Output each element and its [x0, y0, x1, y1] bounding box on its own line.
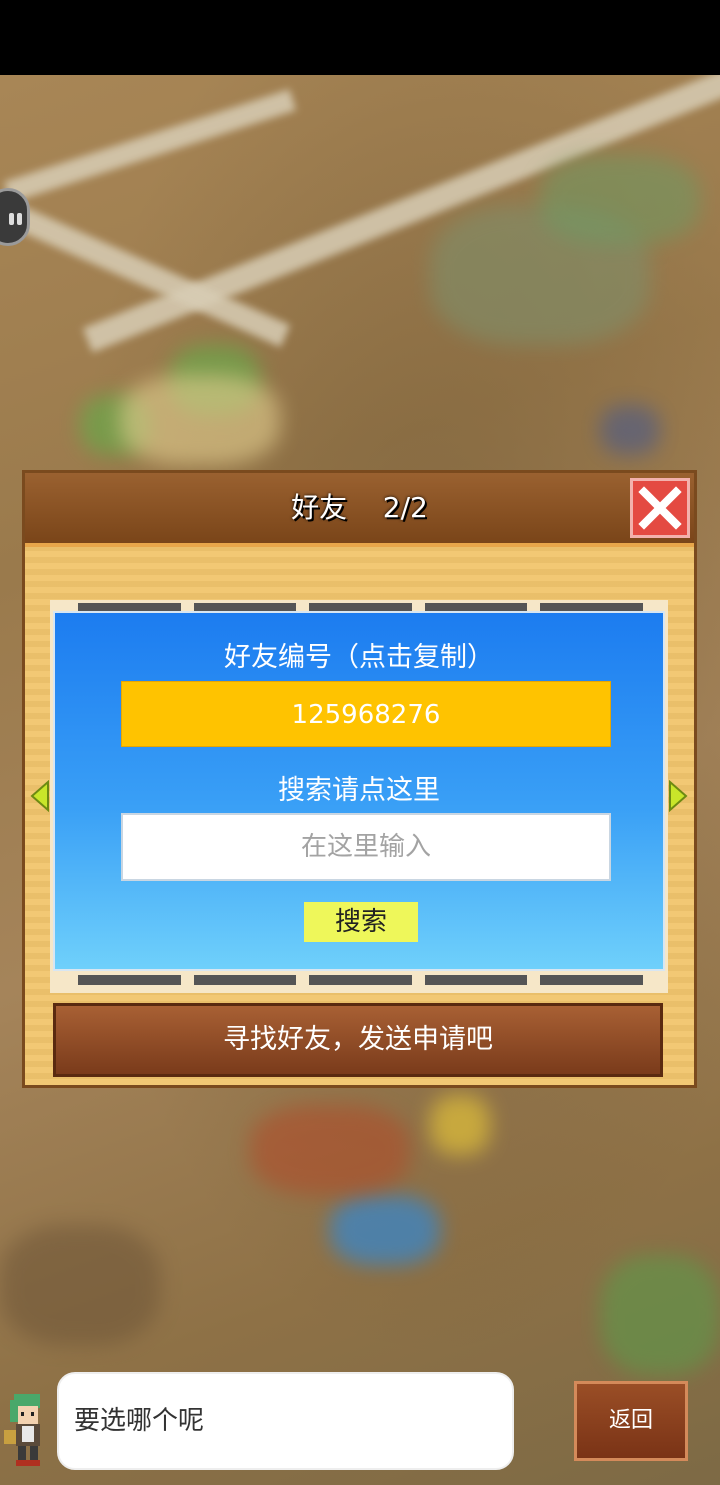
close-x-icon	[638, 486, 682, 530]
speech-bubble: 要选哪个呢	[57, 1372, 514, 1470]
status-bar	[0, 0, 720, 75]
back-button[interactable]: 返回	[574, 1381, 688, 1461]
side-menu-handle[interactable]	[0, 188, 30, 246]
friend-search-card: 好友编号（点击复制） 125968276 搜索请点这里 搜索	[53, 611, 665, 971]
close-button[interactable]	[630, 478, 690, 538]
search-label: 搜索请点这里	[278, 775, 440, 806]
dialog-header: 好友 2/2	[25, 473, 694, 547]
friend-id-label: 好友编号（点击复制）	[224, 642, 494, 673]
friend-id-copy-box[interactable]: 125968276	[121, 681, 611, 747]
dialog-title: 好友 2/2	[291, 491, 428, 524]
next-page-arrow-icon[interactable]	[668, 780, 688, 812]
friend-search-input[interactable]	[121, 813, 611, 881]
find-friends-banner: 寻找好友，发送申请吧	[53, 1003, 663, 1077]
speech-text: 要选哪个呢	[74, 1406, 205, 1436]
search-button[interactable]: 搜索	[304, 902, 418, 942]
prev-page-arrow-icon[interactable]	[30, 780, 50, 812]
character-avatar-icon	[4, 1394, 40, 1466]
page-indicator-bottom	[78, 975, 643, 985]
